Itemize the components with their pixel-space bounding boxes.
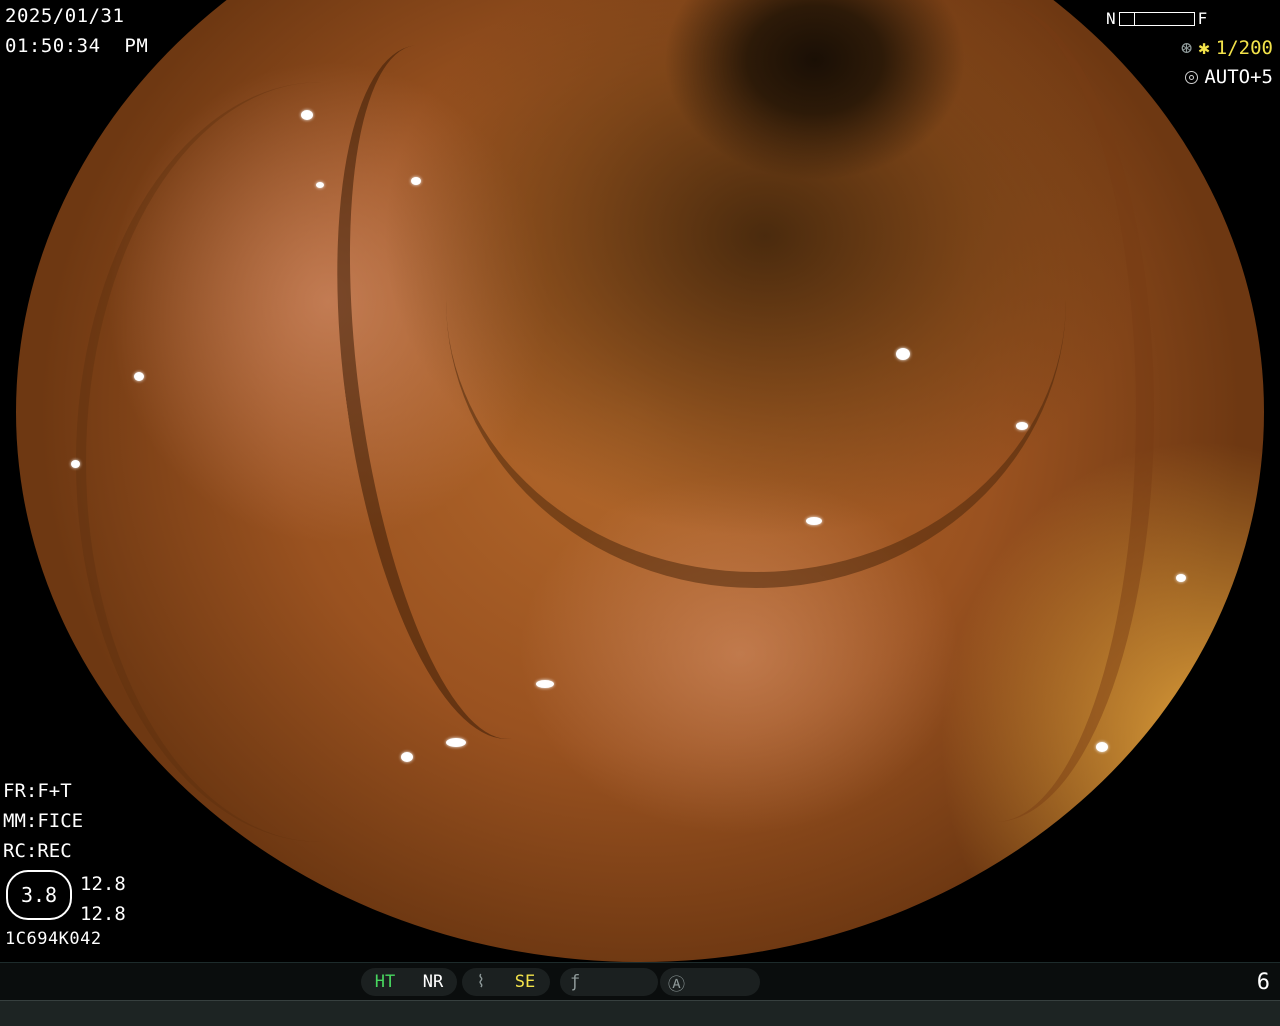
se-group: ⌇ SE	[462, 968, 550, 996]
o-group: Ⓐ	[660, 968, 760, 996]
light-reflection	[411, 177, 421, 185]
exam-time: 01:50:34 PM	[5, 35, 149, 57]
scope-serial: 1C694K042	[5, 929, 102, 949]
exam-date: 2025/01/31	[5, 5, 125, 27]
waveform-icon: ⌇	[476, 972, 486, 992]
ht-label: HT	[374, 972, 396, 992]
settings-info: FR:F+T MM:FICE RC:REC	[3, 776, 83, 866]
italic-f-icon: ƒ	[570, 972, 581, 992]
ht-nr-group: HT NR	[361, 968, 457, 996]
light-reflection	[316, 182, 324, 188]
light-reflection	[536, 680, 554, 688]
shutter-marker: ✱	[1198, 37, 1210, 59]
light-reflection	[401, 752, 413, 762]
bottom-strip	[0, 1000, 1280, 1026]
mucosal-fold	[76, 82, 566, 842]
nr-label: NR	[422, 972, 444, 992]
endoscope-image	[16, 0, 1264, 962]
light-reflection	[1016, 422, 1028, 430]
exposure-status: AUTO+5	[1185, 66, 1273, 88]
light-reflection	[71, 460, 80, 468]
shutter-value: 1/200	[1215, 37, 1273, 59]
light-reflection	[1176, 574, 1186, 582]
se-label: SE	[514, 972, 536, 992]
near-far-bar	[1118, 11, 1195, 26]
near-label: N	[1106, 9, 1116, 28]
light-reflection	[806, 517, 822, 525]
near-far-indicator: N F	[1106, 9, 1207, 28]
far-label: F	[1197, 9, 1208, 28]
aperture-icon: ⊛	[1180, 37, 1193, 59]
auto-exposure-value: AUTO+5	[1204, 66, 1273, 88]
scope-diameter-badge: 3.8	[6, 870, 72, 920]
page-number: 6	[1256, 970, 1270, 995]
channel-values: 12.8 12.8	[80, 869, 126, 929]
fr-setting: FR:F+T	[3, 780, 72, 802]
ring-icon	[1185, 70, 1199, 84]
light-reflection	[896, 348, 910, 360]
rc-setting: RC:REC	[3, 840, 72, 862]
f-group: ƒ	[560, 968, 658, 996]
channel-value-top: 12.8	[80, 873, 126, 895]
channel-value-bottom: 12.8	[80, 903, 126, 925]
light-reflection	[1096, 742, 1108, 752]
circle-a-icon: Ⓐ	[668, 974, 685, 995]
light-reflection	[301, 110, 313, 120]
light-reflection	[446, 738, 466, 747]
shutter-status: ⊛ ✱ 1/200	[1181, 37, 1273, 59]
mucosal-fold	[836, 2, 1154, 822]
bottom-status-bar: HT NR ⌇ SE ƒ Ⓐ 6	[0, 962, 1280, 1026]
scope-diameter-value: 3.8	[6, 870, 72, 920]
light-reflection	[134, 372, 144, 381]
light-reflection	[956, 902, 968, 912]
mm-setting: MM:FICE	[3, 810, 84, 832]
